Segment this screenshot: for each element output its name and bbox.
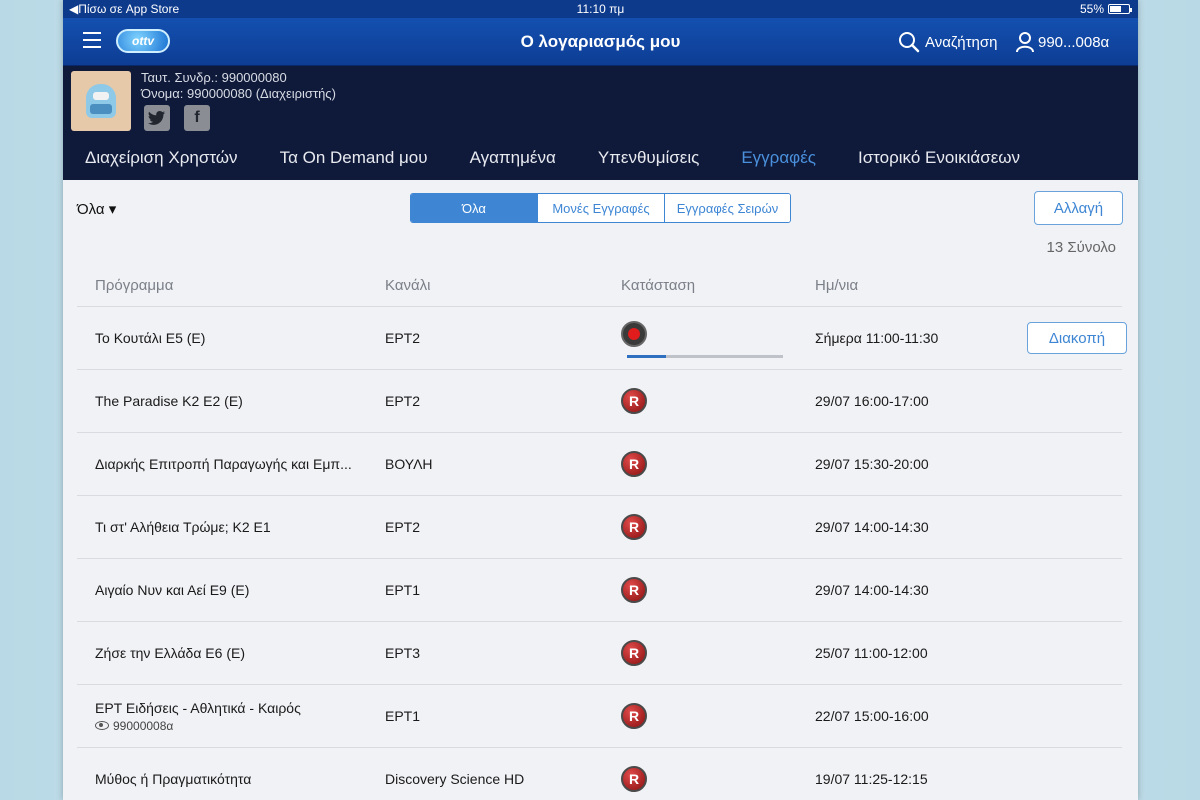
segment-series-recordings[interactable]: Εγγραφές Σειρών — [664, 194, 790, 222]
ipad-screen: ◀︎Πίσω σε App Store 11:10 πμ 55% ottv Ο … — [63, 0, 1138, 800]
recorded-icon: R — [621, 640, 647, 666]
header-status[interactable]: Κατάσταση — [621, 277, 695, 294]
table-row[interactable]: Ζήσε την Ελλάδα Ε6 (Ε) ΕΡΤ3 R 25/07 11:0… — [77, 622, 1122, 685]
tab-rental-history[interactable]: Ιστορικό Ενοικιάσεων — [858, 148, 1020, 168]
nav-bar: ottv Ο λογαριασμός μου Αναζήτηση 990...0… — [63, 18, 1138, 66]
channel-name: ΕΡΤ2 — [385, 519, 421, 535]
stop-button[interactable]: Διακοπή — [1027, 322, 1127, 354]
recording-type-segment: Όλα Μονές Εγγραφές Εγγραφές Σειρών — [410, 193, 791, 223]
stop-recording-button[interactable]: Διακοπή — [1027, 322, 1127, 354]
search-button[interactable]: Αναζήτηση — [898, 31, 997, 53]
recorded-icon: R — [621, 703, 647, 729]
user-icon — [1016, 32, 1034, 53]
segment-single-recordings[interactable]: Μονές Εγγραφές — [537, 194, 664, 222]
recording-date: Σήμερα 11:00-11:30 — [815, 330, 939, 346]
recorded-icon: R — [621, 451, 647, 477]
table-row[interactable]: Αιγαίο Νυν και Αεί Ε9 (Ε) ΕΡΤ1 R 29/07 1… — [77, 559, 1122, 622]
channel-name: ΕΡΤ3 — [385, 645, 421, 661]
tab-user-management[interactable]: Διαχείριση Χρηστών — [85, 148, 238, 168]
recording-date: 22/07 15:00-16:00 — [815, 708, 929, 724]
battery-indicator: 55% — [1079, 2, 1132, 16]
table-row[interactable]: The Paradise K2 E2 (E) ΕΡΤ2 R 29/07 16:0… — [77, 370, 1122, 433]
table-row[interactable]: Μύθος ή Πραγματικότητα Discovery Science… — [77, 748, 1122, 800]
recording-date: 29/07 14:00-14:30 — [815, 582, 929, 598]
twitter-icon[interactable] — [144, 105, 170, 131]
recorded-icon: R — [621, 514, 647, 540]
program-title: Το Κουτάλι Ε5 (Ε) — [95, 330, 206, 346]
tab-my-on-demand[interactable]: Τα On Demand μου — [280, 148, 428, 168]
channel-name: ΕΡΤ1 — [385, 708, 421, 724]
table-row[interactable]: ΕΡΤ Ειδήσεις - Αθλητικά - Καιρός 9900000… — [77, 685, 1122, 748]
recording-date: 29/07 16:00-17:00 — [815, 393, 929, 409]
header-channel[interactable]: Κανάλι — [385, 277, 431, 294]
account-tabs: Διαχείριση Χρηστών Τα On Demand μου Αγαπ… — [63, 136, 1138, 180]
social-links: f — [144, 105, 210, 131]
channel-name: ΒΟΥΛΗ — [385, 456, 433, 472]
recording-date: 29/07 15:30-20:00 — [815, 456, 929, 472]
channel-name: Discovery Science HD — [385, 771, 525, 787]
profile-info: Ταυτ. Συνδρ.: 990000080 Όνομα: 990000080… — [141, 70, 336, 102]
table-row[interactable]: Τι στ' Αλήθεια Τρώμε; Κ2 Ε1 ΕΡΤ2 R 29/07… — [77, 496, 1122, 559]
program-title: Ζήσε την Ελλάδα Ε6 (Ε) — [95, 645, 245, 661]
segment-all[interactable]: Όλα — [411, 194, 537, 222]
viewer-info: 99000008α — [95, 719, 301, 733]
channel-name: ΕΡΤ2 — [385, 393, 421, 409]
eye-icon — [95, 721, 109, 730]
user-account-button[interactable]: 990...008α — [1015, 31, 1109, 53]
battery-percent: 55% — [1079, 2, 1104, 16]
table-row[interactable]: Διαρκής Επιτροπή Παραγωγής και Εμπ... ΒΟ… — [77, 433, 1122, 496]
program-title: Αιγαίο Νυν και Αεί Ε9 (Ε) — [95, 582, 250, 598]
recording-date: 19/07 11:25-12:15 — [815, 771, 928, 787]
channel-name: ΕΡΤ2 — [385, 330, 421, 346]
tab-reminders[interactable]: Υπενθυμίσεις — [598, 148, 700, 168]
facebook-glyph: f — [194, 109, 200, 126]
header-program[interactable]: Πρόγραμμα — [95, 277, 173, 294]
profile-name: Όνομα: 990000080 (Διαχειριστής) — [141, 86, 336, 101]
recorded-icon: R — [621, 388, 647, 414]
program-title: ΕΡΤ Ειδήσεις - Αθλητικά - Καιρός — [95, 699, 301, 716]
channel-name: ΕΡΤ1 — [385, 582, 421, 598]
program-title: Μύθος ή Πραγματικότητα — [95, 771, 252, 787]
recording-progress-wrap — [621, 307, 791, 370]
program-title: Διαρκής Επιτροπή Παραγωγής και Εμπ... — [95, 456, 352, 472]
tab-recordings[interactable]: Εγγραφές — [741, 148, 816, 168]
profile-header: Ταυτ. Συνδρ.: 990000080 Όνομα: 990000080… — [63, 66, 1138, 136]
table-header: Πρόγραμμα Κανάλι Κατάσταση Ημ/νια — [77, 265, 1122, 307]
user-label: 990...008α — [1038, 33, 1110, 51]
filter-dropdown[interactable]: Όλα ▾ — [77, 200, 116, 218]
subscriber-id: Ταυτ. Συνδρ.: 990000080 — [141, 70, 287, 85]
battery-icon — [1108, 4, 1132, 14]
recordings-table: Πρόγραμμα Κανάλι Κατάσταση Ημ/νια Το Κου… — [77, 265, 1127, 800]
change-button[interactable]: Αλλαγή — [1034, 191, 1123, 225]
program-cell: ΕΡΤ Ειδήσεις - Αθλητικά - Καιρός 9900000… — [95, 700, 301, 733]
recording-date: 25/07 11:00-12:00 — [815, 645, 928, 661]
recording-progress-bar — [627, 355, 783, 358]
total-count: 13 Σύνολο — [1046, 239, 1117, 256]
recordings-panel: Όλα ▾ Όλα Μονές Εγγραφές Εγγραφές Σειρών… — [63, 183, 1138, 800]
recording-date: 29/07 14:00-14:30 — [815, 519, 929, 535]
status-time: 11:10 πμ — [576, 2, 625, 16]
recorded-icon: R — [621, 766, 647, 792]
program-title: Τι στ' Αλήθεια Τρώμε; Κ2 Ε1 — [95, 519, 271, 535]
program-title: The Paradise K2 E2 (E) — [95, 393, 243, 409]
status-bar: ◀︎Πίσω σε App Store 11:10 πμ 55% — [63, 0, 1138, 18]
table-row[interactable]: Το Κουτάλι Ε5 (Ε) ΕΡΤ2 Σήμερα 11:00-11:3… — [77, 307, 1127, 370]
viewer-id: 99000008α — [113, 718, 174, 733]
recorded-icon: R — [621, 577, 647, 603]
avatar[interactable] — [71, 71, 131, 131]
facebook-icon[interactable]: f — [184, 105, 210, 131]
search-label: Αναζήτηση — [925, 33, 998, 51]
search-icon — [899, 32, 920, 53]
tab-favorites[interactable]: Αγαπημένα — [470, 148, 556, 168]
header-date[interactable]: Ημ/νια — [815, 277, 858, 294]
